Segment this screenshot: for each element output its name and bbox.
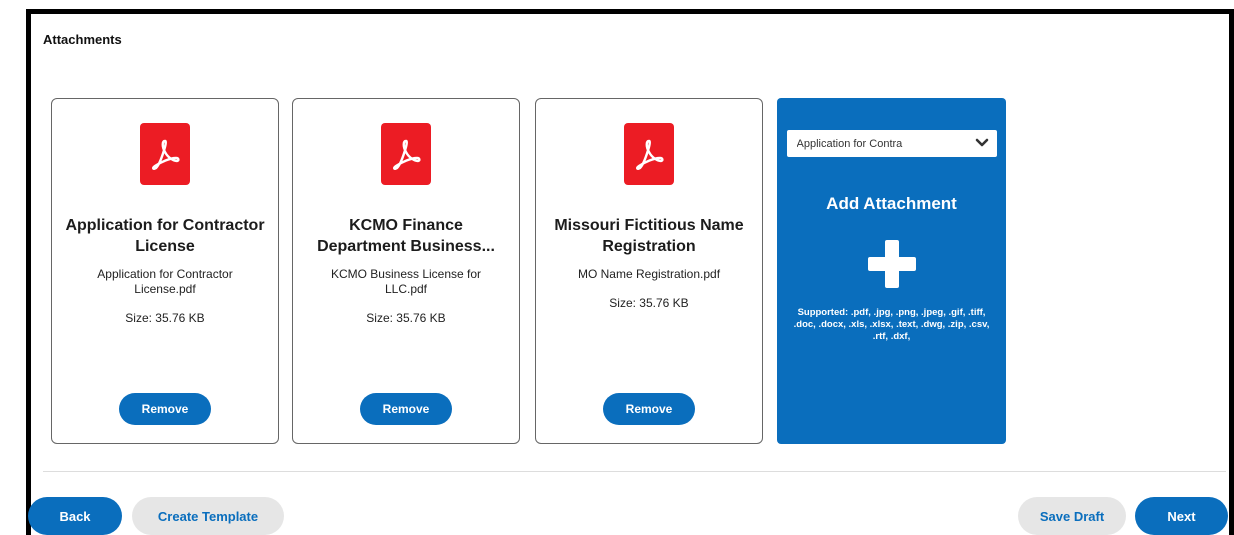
plus-icon[interactable]: [864, 236, 920, 292]
divider: [43, 471, 1226, 472]
attachment-file-name: KCMO Business License for LLC.pdf: [330, 267, 482, 296]
remove-button[interactable]: Remove: [603, 393, 695, 425]
create-template-button[interactable]: Create Template: [132, 497, 284, 535]
attachment-type-selected: Application for Contra: [796, 137, 903, 150]
attachment-file-name: MO Name Registration.pdf: [577, 267, 721, 281]
next-button[interactable]: Next: [1135, 497, 1228, 535]
attachment-file-name: Application for Contractor License.pdf: [97, 267, 233, 296]
pdf-icon: [140, 123, 190, 185]
save-draft-button[interactable]: Save Draft: [1018, 497, 1126, 535]
attachment-size: Size: 35.76 KB: [366, 311, 446, 325]
attachment-card: KCMO Finance Department Business... KCMO…: [292, 98, 520, 444]
attachment-card: Application for Contractor License Appli…: [51, 98, 279, 444]
chevron-down-icon: [975, 135, 989, 153]
add-attachment-title: Add Attachment: [826, 194, 957, 213]
attachment-type-select[interactable]: Application for Contra: [786, 130, 997, 157]
back-button[interactable]: Back: [28, 497, 122, 535]
attachment-title: KCMO Finance Department Business...: [317, 217, 495, 255]
pdf-icon: [381, 123, 431, 185]
add-attachment-card[interactable]: Application for Contra Add Attachment Su…: [777, 98, 1006, 444]
attachment-title: Application for Contractor License: [65, 217, 265, 255]
remove-button[interactable]: Remove: [119, 393, 211, 425]
remove-button[interactable]: Remove: [360, 393, 452, 425]
attachment-size: Size: 35.76 KB: [125, 311, 205, 325]
attachment-title: Missouri Fictitious Name Registration: [554, 217, 744, 255]
supported-file-types: Supported: .pdf, .jpg, .png, .jpeg, .gif…: [793, 307, 990, 342]
attachment-card: Missouri Fictitious Name Registration MO…: [535, 98, 763, 444]
section-title: Attachments: [43, 32, 122, 47]
attachment-size: Size: 35.76 KB: [609, 296, 689, 310]
pdf-icon: [624, 123, 674, 185]
